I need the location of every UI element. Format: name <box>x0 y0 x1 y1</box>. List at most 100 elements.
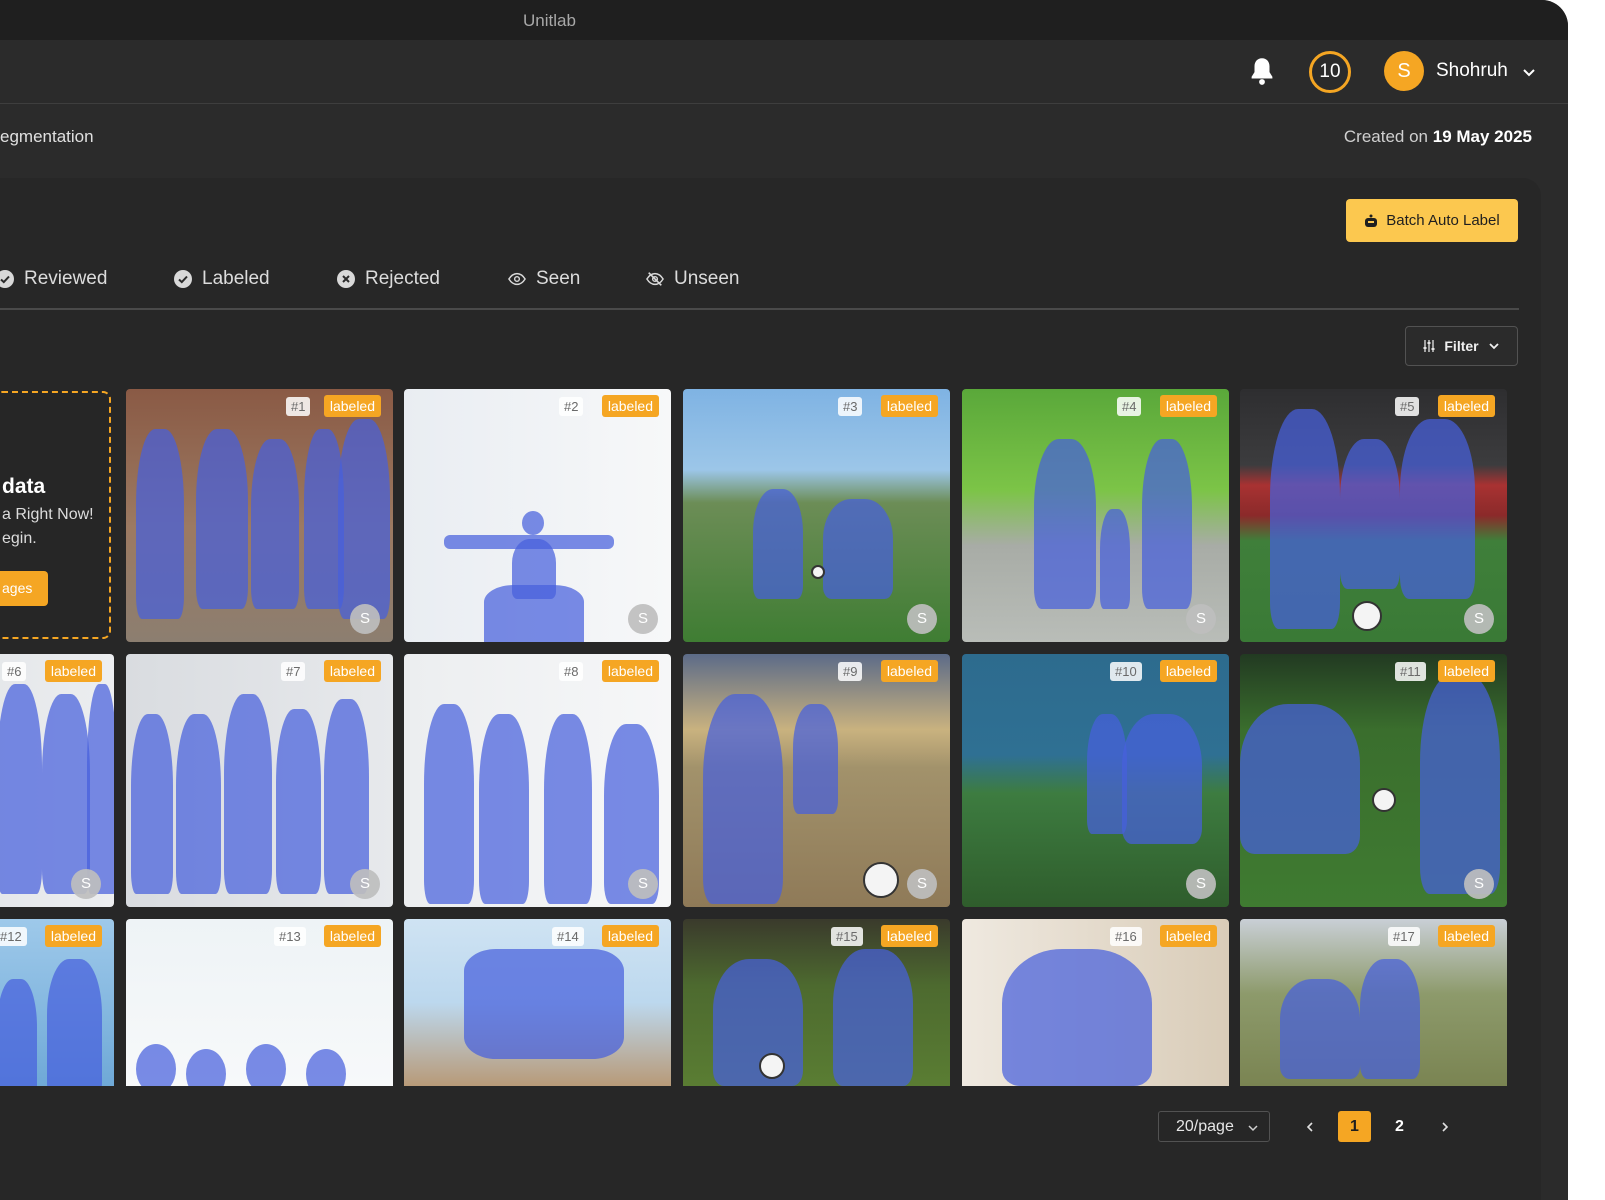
check-circle-icon <box>174 270 192 288</box>
credits-counter[interactable]: 10 <box>1309 51 1351 93</box>
tab-unseen[interactable]: Unseen <box>646 262 740 296</box>
image-card[interactable]: #6 labeled S <box>0 654 114 907</box>
app-window: Unitlab 10 S Shohruh egmentation Created… <box>0 0 1568 1200</box>
chevron-left-icon <box>1306 1122 1313 1132</box>
page-1-button[interactable]: 1 <box>1338 1111 1371 1142</box>
status-badge: labeled <box>1437 660 1495 682</box>
chevron-down-icon <box>1248 1125 1258 1132</box>
image-card[interactable]: #11 labeled S <box>1240 654 1507 907</box>
image-number: #13 <box>274 927 306 946</box>
assignee-avatar: S <box>628 869 658 899</box>
image-number: #10 <box>1110 662 1142 681</box>
assignee-avatar: S <box>628 604 658 634</box>
filter-button[interactable]: Filter <box>1405 326 1518 366</box>
tab-label: Labeled <box>202 268 270 289</box>
image-number: #16 <box>1110 927 1142 946</box>
created-label: Created on <box>1343 127 1429 146</box>
tab-label: Seen <box>536 268 581 289</box>
created-value: 19 May 2025 <box>1432 127 1532 146</box>
tab-reviewed[interactable]: Reviewed <box>0 262 107 296</box>
assignee-avatar: S <box>1186 869 1216 899</box>
status-badge: labeled <box>1159 925 1217 947</box>
window-title: Unitlab <box>523 11 576 30</box>
image-card[interactable]: #15 labeled <box>683 919 950 1086</box>
tabs-divider <box>0 308 1519 310</box>
chevron-down-icon[interactable] <box>1521 64 1537 80</box>
image-number: #1 <box>286 397 311 416</box>
status-badge: labeled <box>880 925 938 947</box>
image-card[interactable]: #9 labeled S <box>683 654 950 907</box>
status-badge: labeled <box>880 660 938 682</box>
assignee-avatar: S <box>1464 869 1494 899</box>
image-card[interactable]: #14 labeled <box>404 919 671 1086</box>
bell-icon[interactable] <box>1248 56 1276 86</box>
image-card[interactable]: #2 labeled S <box>404 389 671 642</box>
image-card[interactable]: #8 labeled S <box>404 654 671 907</box>
page-size-value: 20/page <box>1176 1118 1234 1135</box>
status-badge: labeled <box>601 925 659 947</box>
image-number: #6 <box>2 662 27 681</box>
sliders-icon <box>1423 340 1435 352</box>
batch-auto-label-text: Batch Auto Label <box>1386 212 1500 229</box>
avatar[interactable]: S <box>1384 51 1424 91</box>
page-2-button[interactable]: 2 <box>1383 1111 1416 1142</box>
status-badge: labeled <box>601 660 659 682</box>
image-number: #12 <box>0 927 27 946</box>
image-thumbnail <box>683 389 950 642</box>
image-number: #7 <box>281 662 306 681</box>
tab-labeled[interactable]: Labeled <box>174 262 270 296</box>
tab-label: Unseen <box>674 268 740 289</box>
image-number: #3 <box>838 397 863 416</box>
image-card[interactable]: #1 labeled S <box>126 389 393 642</box>
assignee-avatar: S <box>907 604 937 634</box>
image-number: #9 <box>838 662 863 681</box>
title-bar: Unitlab <box>0 0 1568 40</box>
image-number: #8 <box>559 662 584 681</box>
status-badge: labeled <box>323 925 381 947</box>
prev-page-button[interactable] <box>1293 1111 1326 1142</box>
eye-off-icon <box>646 272 664 286</box>
status-badge: labeled <box>44 660 102 682</box>
image-card[interactable]: #12 labeled <box>0 919 114 1086</box>
image-number: #15 <box>831 927 863 946</box>
next-page-button[interactable] <box>1428 1111 1461 1142</box>
x-circle-icon <box>337 270 355 288</box>
image-card[interactable]: #17 labeled <box>1240 919 1507 1086</box>
upload-text-line1: a Right Now! <box>2 506 94 523</box>
filter-label: Filter <box>1444 338 1479 354</box>
user-name[interactable]: Shohruh <box>1436 60 1508 82</box>
status-badge: labeled <box>323 395 381 417</box>
upload-dropzone[interactable]: data a Right Now! egin. ages <box>0 391 111 639</box>
status-badge: labeled <box>44 925 102 947</box>
robot-icon <box>1365 214 1378 227</box>
image-number: #4 <box>1117 397 1142 416</box>
image-card[interactable]: #16 labeled <box>962 919 1229 1086</box>
status-tabs: Reviewed Labeled Rejected Seen Unseen <box>0 262 1518 302</box>
image-number: #5 <box>1395 397 1420 416</box>
created-date: Created on 19 May 2025 <box>1344 127 1532 147</box>
image-card[interactable]: #7 labeled S <box>126 654 393 907</box>
image-number: #14 <box>552 927 584 946</box>
upload-images-button[interactable]: ages <box>0 571 48 606</box>
tab-rejected[interactable]: Rejected <box>337 262 440 296</box>
image-number: #2 <box>559 397 584 416</box>
image-card[interactable]: #3 labeled S <box>683 389 950 642</box>
tab-seen[interactable]: Seen <box>508 262 580 296</box>
upload-title: data <box>2 475 46 498</box>
chevron-down-icon <box>1488 343 1499 350</box>
status-badge: labeled <box>1437 395 1495 417</box>
assignee-avatar: S <box>1464 604 1494 634</box>
page-size-select[interactable]: 20/page <box>1158 1111 1270 1142</box>
image-card[interactable]: #4 labeled S <box>962 389 1229 642</box>
status-badge: labeled <box>323 660 381 682</box>
image-card[interactable]: #13 labeled <box>126 919 393 1086</box>
status-badge: labeled <box>601 395 659 417</box>
status-badge: labeled <box>1437 925 1495 947</box>
batch-auto-label-button[interactable]: Batch Auto Label <box>1346 199 1518 242</box>
image-card[interactable]: #5 labeled S <box>1240 389 1507 642</box>
assignee-avatar: S <box>350 869 380 899</box>
assignee-avatar: S <box>907 869 937 899</box>
upload-text-line2: egin. <box>2 530 37 547</box>
status-badge: labeled <box>1159 395 1217 417</box>
image-card[interactable]: #10 labeled S <box>962 654 1229 907</box>
